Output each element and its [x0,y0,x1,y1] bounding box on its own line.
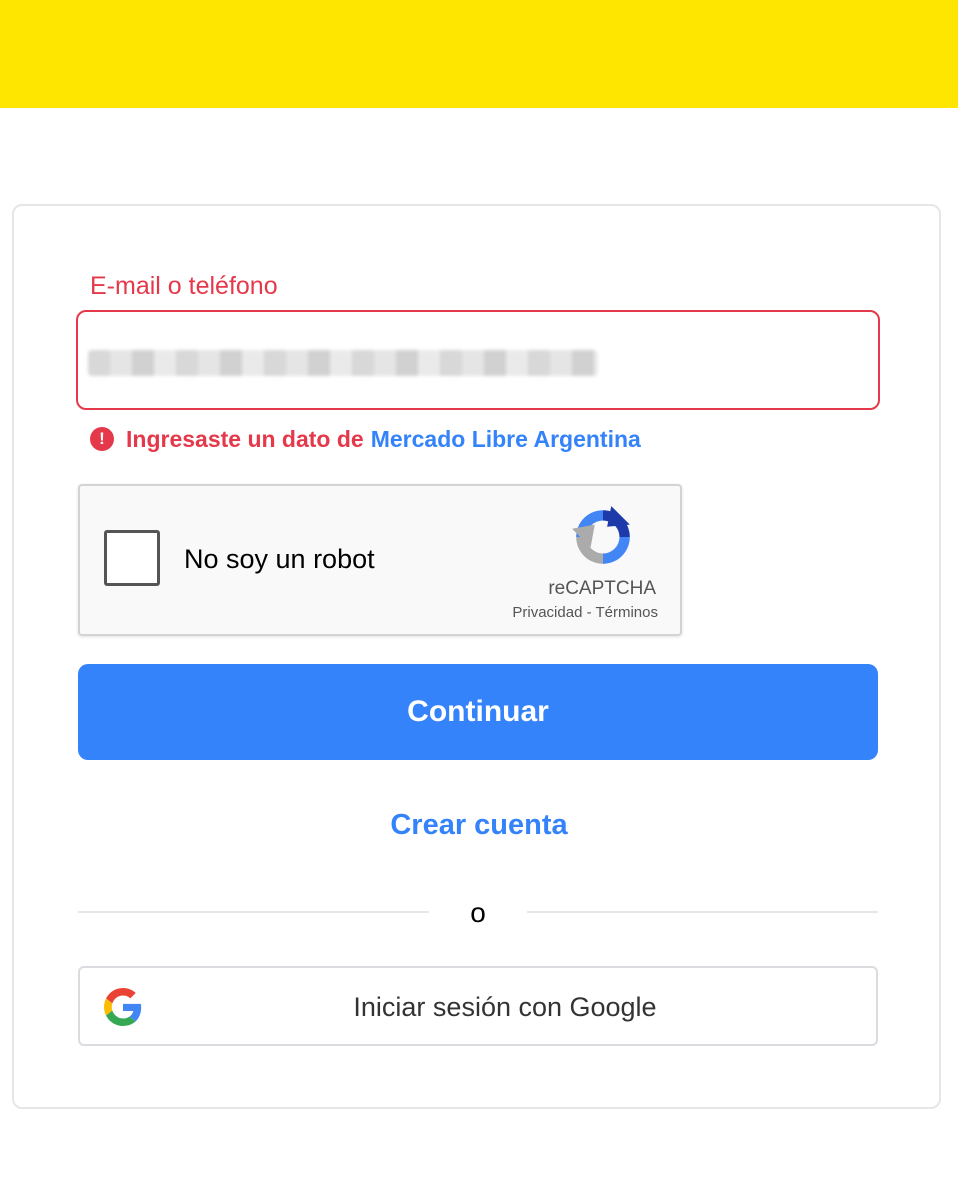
google-signin-label: Iniciar sesión con Google [353,992,657,1022]
email-field-label: E-mail o teléfono [90,272,278,300]
divider-or-text: o [470,897,486,928]
recaptcha-widget: No soy un robot reCAPTCHA Privacidad - T… [78,484,682,636]
recaptcha-terms-link[interactable]: Términos [595,604,658,621]
divider-line-right [527,911,878,913]
google-signin-button[interactable]: Iniciar sesión con Google [78,966,878,1046]
exclamation-circle-icon: ! [90,427,114,451]
recaptcha-links-separator: - [582,604,596,621]
recaptcha-brand: reCAPTCHA [548,578,656,599]
recaptcha-logo-icon [572,506,630,564]
recaptcha-checkbox[interactable] [104,530,160,586]
recaptcha-links: Privacidad - Términos [512,604,658,621]
email-error-message: ! Ingresaste un dato de Mercado Libre Ar… [90,424,641,454]
recaptcha-label: No soy un robot [184,544,375,574]
error-country-link[interactable]: Mercado Libre Argentina [371,426,641,453]
recaptcha-privacy-link[interactable]: Privacidad [512,604,582,621]
error-text: Ingresaste un dato de [126,425,364,452]
header-bar [0,0,958,108]
continue-button[interactable]: Continuar [78,664,878,760]
email-field[interactable] [76,310,880,410]
create-account-link[interactable]: Crear cuenta [0,806,958,844]
divider-line-left [78,911,429,913]
email-field-blurred-value [88,350,598,376]
